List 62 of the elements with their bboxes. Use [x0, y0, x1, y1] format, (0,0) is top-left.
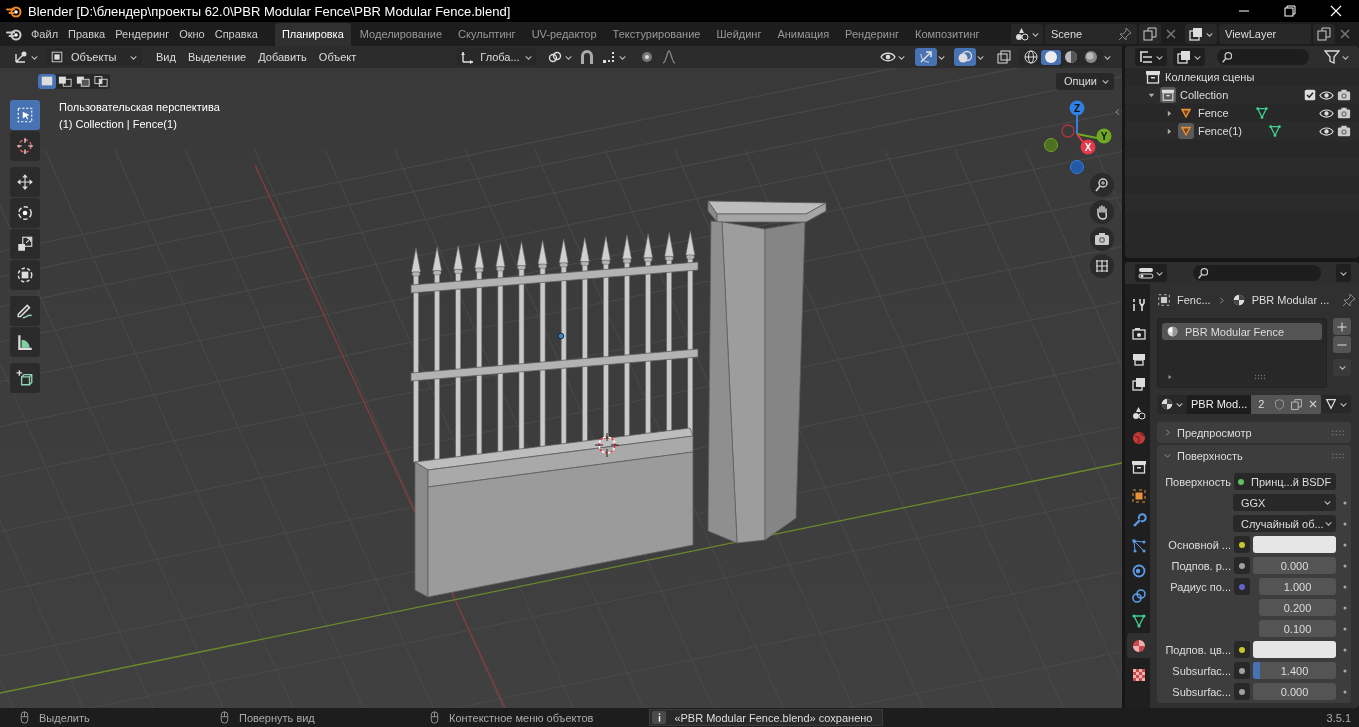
menu-item[interactable]: Выделение: [181, 51, 253, 63]
property-label: Поверхность: [1164, 475, 1231, 488]
tree-item-label[interactable]: Fence(1): [1198, 125, 1243, 137]
breadcrumb-item[interactable]: PBR Modular ...: [1251, 294, 1330, 306]
status-hint: Повернуть вид: [239, 711, 315, 724]
workspace-tab[interactable]: Скульптинг: [451, 23, 523, 46]
axis-label: Y: [1100, 131, 1108, 142]
window-title: Blender [D:\блендер\проекты 62.0\PBR Modular Fence\PBR Modular Fence.blend]: [28, 3, 512, 19]
menu-item[interactable]: Окно: [174, 25, 210, 43]
orientation-dropdown[interactable]: Глоба...: [457, 48, 536, 66]
workspace-tab[interactable]: Планировка: [274, 23, 351, 46]
status-message: «PBR Modular Fence.blend» сохранено: [674, 711, 873, 724]
tree-item-label[interactable]: Collection: [1180, 89, 1229, 101]
scene-selector[interactable]: Scene: [1045, 24, 1137, 44]
property-label: Subsurfac...: [1171, 685, 1231, 698]
workspace-tab[interactable]: Текстурирование: [605, 23, 708, 46]
axis-label: Z: [1073, 103, 1081, 114]
workspace-tab[interactable]: Моделирование: [352, 23, 450, 46]
number-field[interactable]: 0.000: [1253, 683, 1336, 700]
workspace-tab[interactable]: Анимация: [770, 23, 837, 46]
panel-header[interactable]: Предпросмотр: [1157, 422, 1351, 443]
view-layer-selector[interactable]: ViewLayer: [1219, 24, 1311, 44]
number-field[interactable]: 1.000: [1259, 578, 1336, 595]
menu-item[interactable]: Справка: [209, 25, 263, 43]
menu-item[interactable]: Файл: [26, 25, 64, 43]
menu-item[interactable]: Объект: [312, 51, 363, 63]
workspace-tab[interactable]: Шейдинг: [709, 23, 769, 46]
status-hint: Выделить: [39, 711, 90, 724]
slider-field[interactable]: 1.400: [1253, 662, 1336, 679]
workspace-tab[interactable]: UV-редактор: [524, 23, 604, 46]
workspace-tab[interactable]: Композитинг: [908, 23, 987, 46]
number-field[interactable]: 0.200: [1259, 599, 1336, 616]
object-info: (1) Collection | Fence(1): [59, 117, 178, 132]
panel-header[interactable]: Поверхность: [1157, 445, 1351, 466]
property-label: Радиус по...: [1169, 580, 1231, 593]
property-label: Subsurfac...: [1171, 664, 1231, 677]
number-field[interactable]: 0.000: [1253, 557, 1336, 574]
view-name: Пользовательская перспектива: [59, 100, 220, 115]
dropdown[interactable]: Случайный об...: [1233, 515, 1336, 532]
menu-item[interactable]: Добавить: [252, 51, 313, 63]
menu-item[interactable]: Рендеринг: [110, 25, 175, 43]
workspace-tab[interactable]: Рендеринг: [838, 23, 907, 46]
property-label: Основной ...: [1167, 538, 1231, 551]
property-label: Подпов. цв...: [1164, 643, 1231, 656]
tree-item-label[interactable]: Коллекция сцены: [1165, 71, 1255, 83]
panel-title: Предпросмотр: [1177, 426, 1252, 439]
axis-label: X: [1084, 142, 1092, 153]
mode-dropdown[interactable]: Объекты: [46, 48, 142, 66]
dropdown[interactable]: GGX: [1233, 494, 1336, 511]
user-count[interactable]: 2: [1251, 394, 1272, 414]
property-label: Подпов. р...: [1170, 559, 1231, 572]
tree-item-label[interactable]: Fence: [1198, 107, 1229, 119]
shader-link-field[interactable]: Принц...й BSDF: [1234, 473, 1336, 490]
material-name-field[interactable]: PBR Mod...: [1187, 394, 1252, 414]
menu-item[interactable]: Вид: [150, 51, 182, 63]
version-label: 3.5.1: [1326, 711, 1351, 724]
number-field[interactable]: 0.100: [1259, 620, 1336, 637]
breadcrumb-item[interactable]: Fenc...: [1177, 294, 1211, 306]
material-slot[interactable]: PBR Modular Fence: [1162, 323, 1322, 340]
panel-title: Поверхность: [1177, 449, 1243, 462]
menu-item[interactable]: Правка: [63, 25, 111, 43]
status-hint: Контекстное меню объектов: [449, 711, 594, 724]
